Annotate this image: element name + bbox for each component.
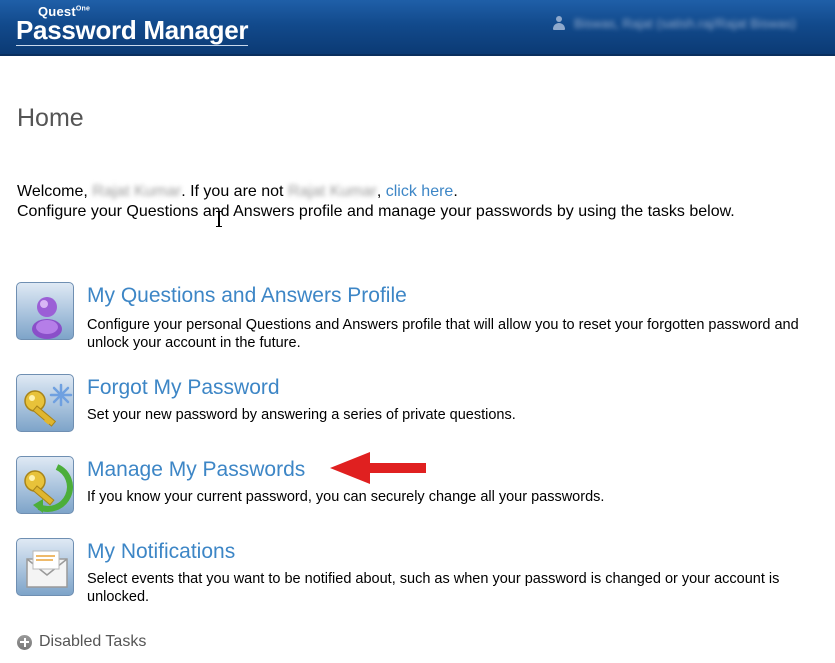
brand-small-sup: One <box>75 5 91 13</box>
welcome-comma: , <box>376 183 386 200</box>
task-notifications-description: Select events that you want to be notifi… <box>87 571 780 605</box>
welcome-line: Welcome, Rajat Kumar. If you are not Raj… <box>17 182 458 202</box>
app-header: QuestOne Password Manager Biswas, Rajat … <box>0 0 835 56</box>
red-arrow-icon <box>330 452 426 484</box>
task-forgot-password-description: Set your new password by answering a ser… <box>87 407 516 423</box>
user-profile-icon[interactable] <box>16 282 74 340</box>
envelope-icon[interactable] <box>16 538 74 596</box>
brand-underline <box>16 45 248 46</box>
task-forgot-password: Forgot My Password Set your new password… <box>16 374 816 434</box>
welcome-prefix: Welcome, <box>17 183 93 200</box>
plus-circle-icon <box>17 634 32 650</box>
task-manage-passwords-link[interactable]: Manage My Passwords <box>87 458 305 482</box>
task-forgot-password-link[interactable]: Forgot My Password <box>87 376 280 400</box>
key-refresh-icon[interactable] <box>16 456 74 514</box>
user-menu[interactable]: Biswas, Rajat (satish.raj/Rajat Biswas) <box>552 13 796 33</box>
task-questions-profile-description: Configure your personal Questions and An… <box>87 317 799 351</box>
user-icon <box>552 16 566 30</box>
text-cursor-icon <box>216 211 222 227</box>
task-questions-profile: My Questions and Answers Profile Configu… <box>16 282 816 351</box>
page-title: Home <box>17 104 84 132</box>
task-notifications-link[interactable]: My Notifications <box>87 540 235 564</box>
welcome-user-name-2: Rajat Kumar <box>287 183 377 200</box>
user-name: Biswas, Rajat (satish.raj/Rajat Biswas) <box>574 15 796 31</box>
key-sparkle-icon[interactable] <box>16 374 74 432</box>
welcome-middle: . If you are not <box>181 183 288 200</box>
welcome-suffix: . <box>453 183 458 200</box>
disabled-tasks-label: Disabled Tasks <box>39 633 147 650</box>
task-manage-passwords-description: If you know your current password, you c… <box>87 489 605 505</box>
task-questions-profile-link[interactable]: My Questions and Answers Profile <box>87 284 407 308</box>
disabled-tasks-toggle[interactable]: Disabled Tasks <box>17 633 146 651</box>
click-here-link[interactable]: click here <box>386 183 454 200</box>
welcome-user-name: Rajat Kumar <box>92 183 182 200</box>
task-notifications: My Notifications Select events that you … <box>16 538 816 608</box>
brand-title: Password Manager <box>16 15 249 45</box>
instructions-text: Configure your Questions and Answers pro… <box>17 203 735 220</box>
